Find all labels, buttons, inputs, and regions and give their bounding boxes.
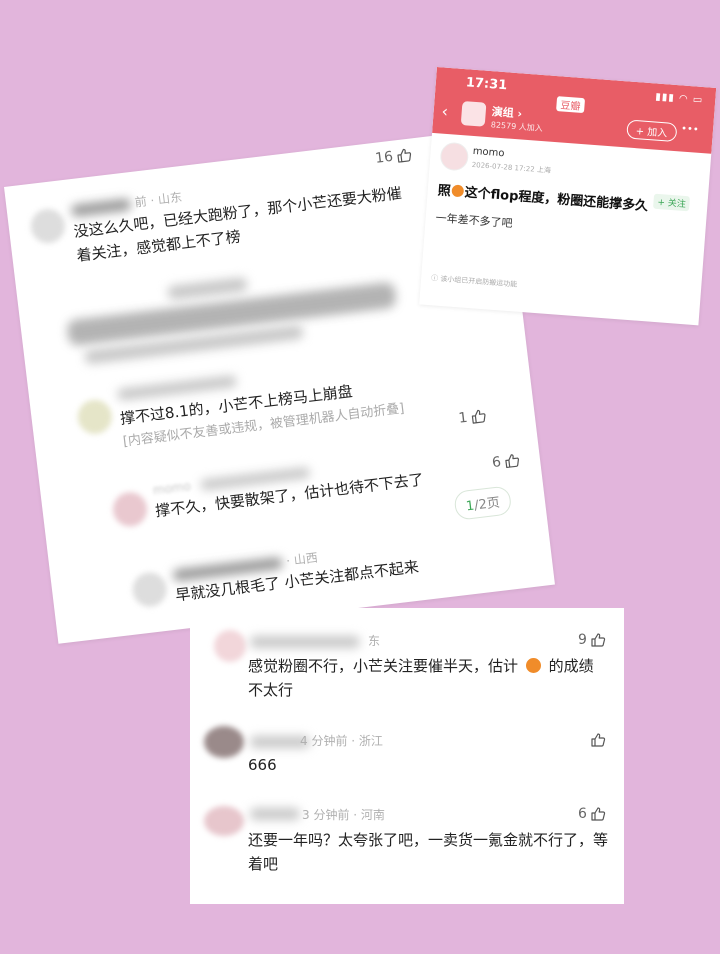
comment-meta: 4 分钟前 · 浙江 xyxy=(300,734,383,748)
like-count: 1 xyxy=(457,409,469,427)
like-count: 6 xyxy=(491,454,502,472)
comment-text: 感觉粉圈不行，小芒关注要催半天，估计 的成绩 xyxy=(248,654,608,678)
anti-repost-notice: ⓘ 该小组已开启防搬运功能 xyxy=(430,274,518,289)
comment-text-a: 感觉粉圈不行，小芒关注要催半天，估计 xyxy=(248,657,519,675)
like-button[interactable] xyxy=(590,732,606,748)
like-count: 16 xyxy=(374,148,394,167)
comment-text: 还要一年吗？太夸张了吧，一卖货一氪金就不行了，等着吧 xyxy=(248,831,609,873)
more-icon[interactable]: ••• xyxy=(681,123,699,135)
username-blurred xyxy=(250,808,300,820)
like-button[interactable]: 9 xyxy=(578,632,606,648)
comment-text-b: 的成绩 xyxy=(548,657,594,675)
avatar[interactable] xyxy=(214,630,246,662)
post-body: 一年差不多了吧 xyxy=(435,211,513,231)
comment-text: 撑不久，快要散架了，估计也待不下去了 xyxy=(154,470,425,521)
like-button[interactable]: 6 xyxy=(491,452,521,471)
like-button[interactable]: 16 xyxy=(374,147,412,167)
comment-text: 早就没几根毛了 小芒关注都点不起来 xyxy=(174,557,420,605)
avatar[interactable] xyxy=(29,207,67,245)
post-title-text: 这个flop程度，粉圈还能撑多久 xyxy=(464,185,649,215)
thumbs-up-icon xyxy=(590,806,606,822)
thumbs-up-icon xyxy=(503,452,521,470)
mango-emoji-icon xyxy=(451,184,465,198)
status-time: 17:31 xyxy=(465,75,508,94)
avatar[interactable] xyxy=(204,806,244,836)
comment-meta: 东 xyxy=(368,634,381,648)
join-group-button[interactable]: + 加入 xyxy=(626,119,678,143)
post-username[interactable]: momo xyxy=(472,146,504,159)
post-time: 2026-07-28 17:22 上海 xyxy=(471,160,552,175)
username-blurred xyxy=(166,276,249,301)
post-title: 照这个flop程度，粉圈还能撑多久 xyxy=(437,179,649,214)
avatar[interactable] xyxy=(111,490,149,529)
username-blurred xyxy=(250,636,360,648)
group-members: 82579 人加入 xyxy=(490,120,544,134)
comment-meta: 3 分钟前 · 河南 xyxy=(302,808,385,822)
avatar[interactable] xyxy=(204,726,244,758)
page-total: /2页 xyxy=(473,495,501,514)
thumbs-up-icon xyxy=(590,732,606,748)
mango-emoji-icon xyxy=(525,658,541,673)
group-avatar[interactable] xyxy=(460,101,487,127)
user-avatar[interactable] xyxy=(439,141,470,172)
title-prefix: 照 xyxy=(437,183,452,200)
douban-post-screenshot: 17:31 豆瓣 ▮▮▮ ◠ ▭ ‹ 演组 › 82579 人加入 + 加入 •… xyxy=(419,67,717,326)
collage-root: { "main_card": { "c1": {"meta": "前 · 山东"… xyxy=(0,0,720,954)
app-logo: 豆瓣 xyxy=(556,96,586,114)
like-button[interactable]: 1 xyxy=(458,408,488,427)
avatar[interactable] xyxy=(75,397,114,436)
thumbs-up-icon xyxy=(590,632,606,648)
thumbs-up-icon xyxy=(395,147,413,165)
like-count: 9 xyxy=(578,632,587,648)
comment-text: 666 xyxy=(248,756,277,774)
comments-card-bottom: 东 感觉粉圈不行，小芒关注要催半天，估计 的成绩 不太行 9 4 分钟前 · 浙… xyxy=(190,608,624,904)
back-arrow-icon[interactable]: ‹ xyxy=(441,102,449,121)
follow-user-button[interactable]: + 关注 xyxy=(652,193,691,212)
comment-text-c: 不太行 xyxy=(248,681,294,699)
status-icons: ▮▮▮ ◠ ▭ xyxy=(654,91,704,107)
comment-text: 没这么久吧，已经大跑粉了，那个小芒还要大粉催着关注，感觉都上不了榜 xyxy=(72,184,403,265)
like-button[interactable]: 6 xyxy=(578,806,606,822)
like-count: 6 xyxy=(578,806,587,822)
app-header: 17:31 豆瓣 ▮▮▮ ◠ ▭ ‹ 演组 › 82579 人加入 + 加入 •… xyxy=(432,67,717,154)
page-indicator[interactable]: 1/2页 xyxy=(453,485,513,521)
thumbs-up-icon xyxy=(470,408,488,426)
avatar[interactable] xyxy=(130,570,169,609)
